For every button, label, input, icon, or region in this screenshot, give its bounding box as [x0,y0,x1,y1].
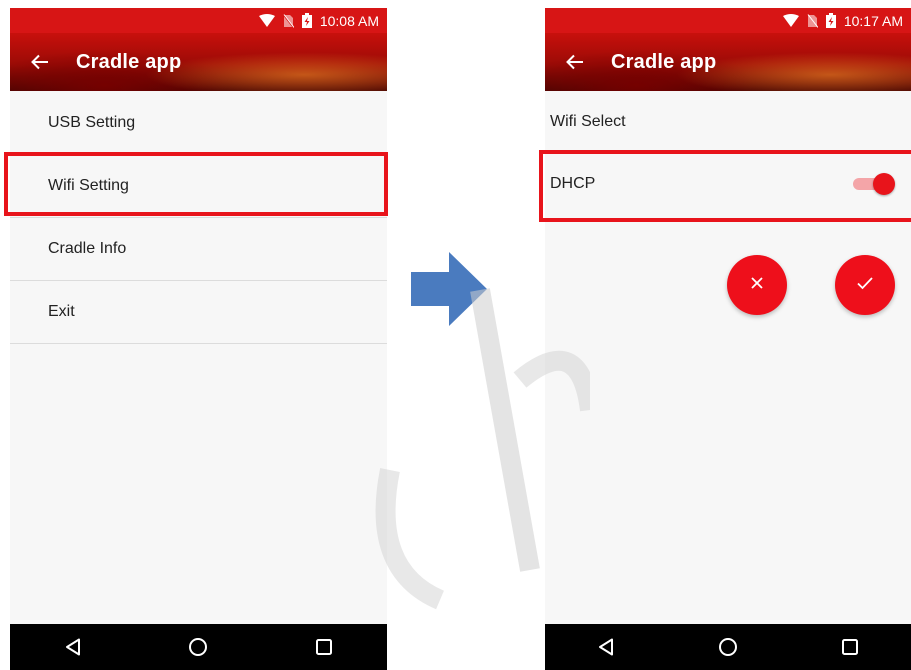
menu-item-exit[interactable]: Exit [10,281,387,344]
recents-square-icon[interactable] [304,627,344,667]
left-phone-screen: 10:08 AM Cradle app USB Setting Wifi Set… [10,8,387,670]
battery-charging-icon [301,13,312,28]
app-bar: Cradle app [10,33,387,91]
close-icon [750,276,764,295]
back-arrow-icon[interactable] [12,33,68,91]
navigation-bar [10,624,387,670]
no-sim-icon [807,13,818,28]
menu-item-usb-setting[interactable]: USB Setting [10,91,387,155]
back-arrow-icon[interactable] [547,33,603,91]
menu-item-label: USB Setting [48,114,136,131]
menu-item-cradle-info[interactable]: Cradle Info [10,218,387,281]
highlight-box [539,150,911,222]
transition-arrow-icon [411,252,487,331]
no-sim-icon [282,13,294,28]
wifi-select-label: Wifi Select [550,113,626,130]
app-title: Cradle app [611,50,717,73]
right-phone-screen: 10:17 AM Cradle app Wifi Select DHCP [545,8,911,670]
highlight-box [4,152,388,216]
status-time: 10:17 AM [843,12,903,29]
back-triangle-icon[interactable] [586,627,626,667]
check-icon [856,276,874,295]
wifi-icon [258,14,275,27]
app-bar: Cradle app [545,33,911,91]
wifi-select-row[interactable]: Wifi Select [545,91,911,153]
status-time: 10:08 AM [319,12,379,29]
wifi-icon [782,14,799,27]
recents-square-icon[interactable] [830,627,870,667]
menu-list: USB Setting Wifi Setting Cradle Info Exi… [10,91,387,344]
menu-item-label: Cradle Info [48,240,127,257]
back-triangle-icon[interactable] [53,627,93,667]
navigation-bar [545,624,911,670]
home-circle-icon[interactable] [178,627,218,667]
cancel-button[interactable] [727,255,787,315]
menu-item-label: Exit [48,303,75,320]
status-bar: 10:17 AM [545,8,911,33]
battery-charging-icon [825,13,836,28]
app-title: Cradle app [76,50,182,73]
home-circle-icon[interactable] [708,627,748,667]
confirm-button[interactable] [835,255,895,315]
status-bar: 10:08 AM [10,8,387,33]
